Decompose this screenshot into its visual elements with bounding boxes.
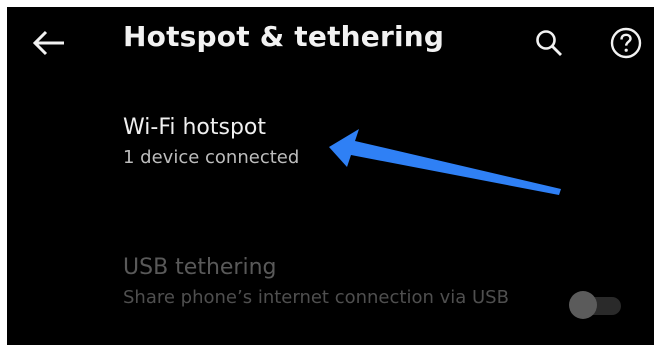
usb-tethering-description: Share phone’s internet connection via US… bbox=[123, 287, 509, 308]
page-title: Hotspot & tethering bbox=[123, 20, 445, 53]
usb-tethering-item[interactable]: USB tethering Share phone’s internet con… bbox=[7, 243, 654, 343]
search-icon bbox=[536, 30, 562, 56]
usb-tethering-toggle[interactable] bbox=[567, 289, 623, 319]
app-bar: Hotspot & tethering bbox=[7, 7, 654, 79]
wifi-hotspot-title: Wi-Fi hotspot bbox=[123, 115, 267, 140]
usb-tethering-title: USB tethering bbox=[123, 255, 277, 280]
search-button[interactable] bbox=[527, 21, 571, 65]
help-circle-icon bbox=[610, 27, 642, 59]
arrow-left-icon bbox=[32, 30, 64, 56]
back-button[interactable] bbox=[27, 21, 71, 65]
wifi-hotspot-status: 1 device connected bbox=[123, 147, 300, 168]
settings-screen: Hotspot & tethering Wi-Fi hotspot 1 devi… bbox=[7, 7, 654, 345]
help-button[interactable] bbox=[604, 21, 648, 65]
toggle-thumb bbox=[569, 291, 597, 319]
wifi-hotspot-item[interactable]: Wi-Fi hotspot 1 device connected bbox=[7, 103, 654, 195]
